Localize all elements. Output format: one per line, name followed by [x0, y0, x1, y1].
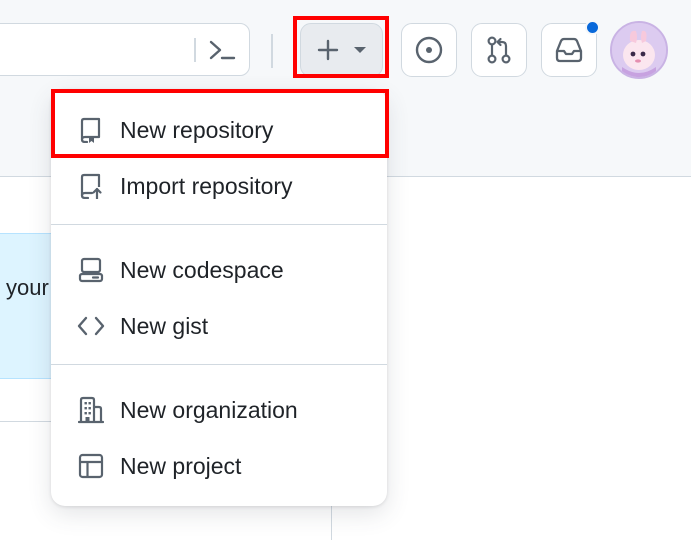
create-new-button[interactable] [300, 23, 383, 77]
organization-icon [77, 396, 105, 424]
terminal-icon[interactable] [207, 36, 237, 64]
create-new-menu: New repository Import repository New cod… [51, 89, 387, 506]
menu-item-new-organization[interactable]: New organization [67, 384, 371, 436]
menu-item-label: New codespace [120, 256, 284, 283]
triangle-down-icon [353, 45, 367, 55]
table-icon [77, 452, 105, 480]
pull-requests-button[interactable] [471, 23, 527, 77]
plus-icon [317, 39, 339, 61]
menu-item-new-repository[interactable]: New repository [67, 104, 371, 156]
issue-opened-icon [414, 35, 444, 65]
avatar[interactable] [610, 21, 668, 79]
git-pull-request-icon [485, 35, 513, 65]
header-separator [271, 34, 273, 68]
codespaces-icon [77, 256, 105, 284]
menu-item-label: New repository [120, 116, 274, 143]
code-icon [77, 312, 105, 340]
issues-button[interactable] [401, 23, 457, 77]
banner-text: your [6, 275, 49, 300]
menu-item-import-repository[interactable]: Import repository [67, 160, 371, 212]
search-divider [194, 38, 196, 62]
menu-item-new-codespace[interactable]: New codespace [67, 244, 371, 296]
menu-item-label: New gist [120, 312, 209, 339]
menu-item-label: Import repository [120, 172, 293, 199]
notification-dot [585, 20, 600, 35]
menu-item-new-gist[interactable]: New gist [67, 300, 371, 352]
menu-item-new-project[interactable]: New project [67, 440, 371, 492]
menu-divider [51, 224, 387, 225]
menu-item-label: New project [120, 452, 242, 479]
repo-push-icon [77, 172, 105, 200]
inbox-icon [554, 37, 584, 63]
menu-divider [51, 364, 387, 365]
repo-icon [77, 116, 105, 144]
menu-item-label: New organization [120, 396, 298, 423]
